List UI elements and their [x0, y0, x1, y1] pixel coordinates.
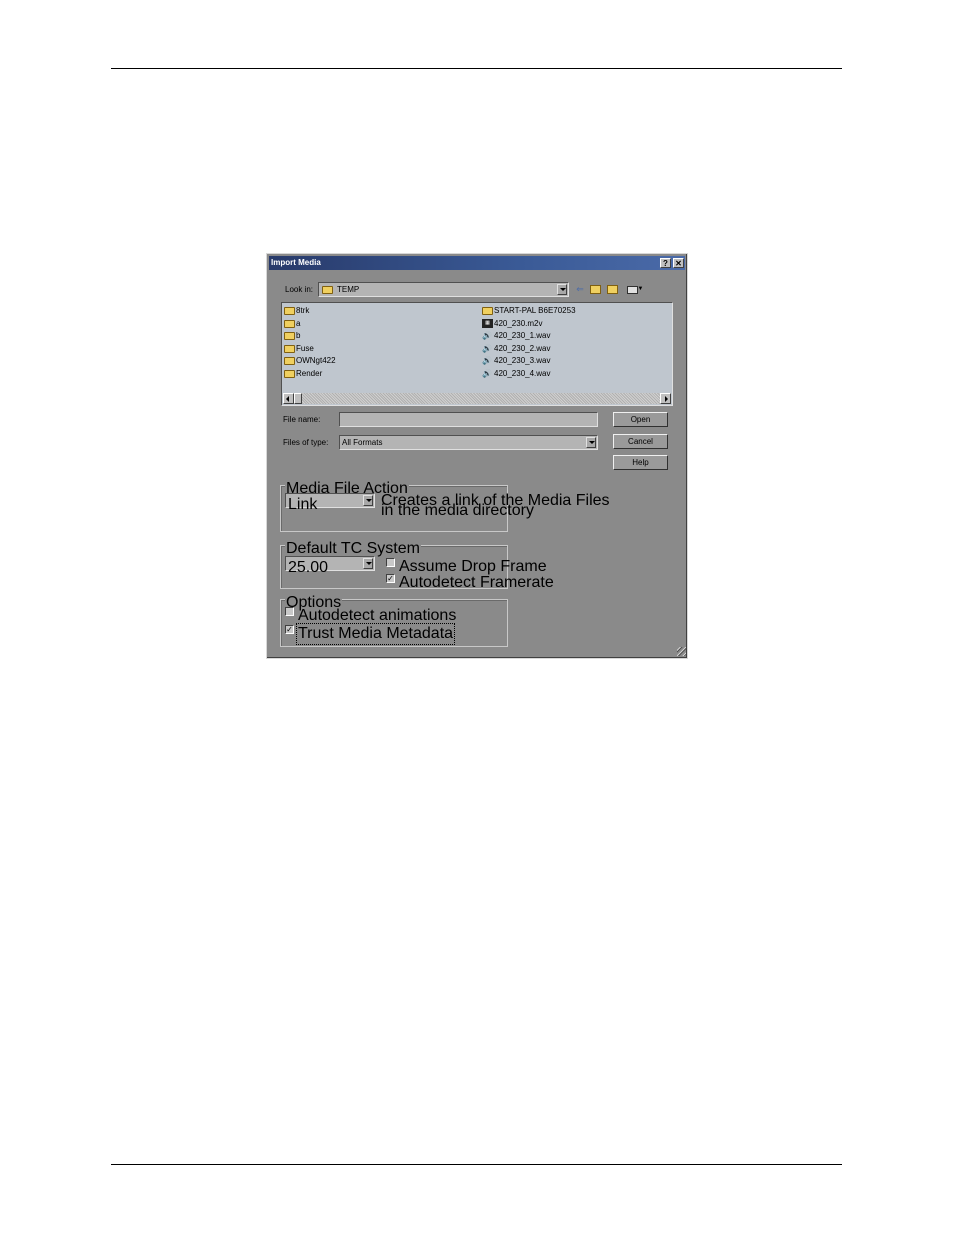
folder-icon: [322, 286, 333, 294]
audio-file-icon: 🔊: [482, 369, 492, 379]
autodetect-animations-checkbox[interactable]: [285, 607, 294, 616]
up-folder-icon[interactable]: [590, 284, 602, 295]
tc-system-value: 25.00: [288, 559, 329, 576]
folder-icon: [482, 306, 493, 315]
close-icon[interactable]: ✕: [673, 258, 684, 268]
folder-icon: [284, 344, 295, 353]
trust-media-metadata-label: Trust Media Metadata: [296, 623, 456, 645]
file-name-label: File name:: [283, 415, 321, 424]
file-list[interactable]: 8trk a b Fuse OWNgt422 Render START-PAL …: [281, 302, 673, 406]
list-item[interactable]: 🔊 420_230_2.wav: [482, 344, 551, 356]
help-button[interactable]: Help: [613, 455, 668, 470]
chevron-down-icon[interactable]: [363, 558, 373, 569]
folder-icon: [284, 319, 295, 328]
list-item[interactable]: Fuse: [284, 344, 314, 356]
look-in-dropdown[interactable]: TEMP: [318, 282, 569, 297]
new-folder-icon[interactable]: [607, 284, 619, 295]
files-of-type-dropdown[interactable]: All Formats: [339, 435, 598, 450]
look-in-label: Look in:: [285, 285, 314, 294]
autodetect-framerate-label: Autodetect Framerate: [399, 574, 554, 591]
look-in-value: TEMP: [337, 285, 360, 294]
chevron-down-icon[interactable]: [586, 437, 596, 448]
page-footer-rule: [111, 1164, 842, 1165]
help-icon[interactable]: ?: [660, 258, 671, 268]
cancel-button[interactable]: Cancel: [613, 434, 668, 449]
list-item[interactable]: b: [284, 331, 300, 343]
list-item[interactable]: a: [284, 319, 300, 331]
folder-icon: [284, 306, 295, 315]
audio-file-icon: 🔊: [482, 331, 492, 341]
file-name-input[interactable]: [339, 412, 598, 427]
dialog-title: Import Media: [271, 258, 321, 267]
video-file-icon: ▦: [482, 319, 493, 329]
media-file-action-value: Link: [288, 496, 318, 513]
scroll-thumb[interactable]: [294, 393, 302, 404]
media-file-action-dropdown[interactable]: Link: [285, 493, 375, 513]
scroll-right-icon[interactable]: [660, 393, 671, 404]
list-item[interactable]: 🔊 420_230_3.wav: [482, 356, 551, 368]
list-item[interactable]: ▦ 420_230.m2v: [482, 319, 542, 331]
open-button[interactable]: Open: [613, 412, 668, 427]
list-item[interactable]: START-PAL B6E70253: [482, 306, 576, 318]
list-item[interactable]: Render: [284, 369, 322, 381]
files-of-type-label: Files of type:: [283, 438, 329, 447]
page-header-rule: [111, 68, 842, 69]
assume-drop-frame-checkbox[interactable]: [386, 558, 395, 567]
tc-system-dropdown[interactable]: 25.00: [285, 556, 375, 576]
media-file-action-description-2: in the media directory: [381, 502, 534, 519]
list-item[interactable]: 8trk: [284, 306, 309, 318]
audio-file-icon: 🔊: [482, 344, 492, 354]
folder-icon: [284, 331, 295, 340]
trust-media-metadata-checkbox[interactable]: ✓: [285, 625, 294, 634]
back-arrow-icon[interactable]: ⇐: [574, 284, 586, 295]
scroll-left-icon[interactable]: [283, 393, 294, 404]
files-of-type-value: All Formats: [342, 438, 383, 447]
chevron-down-icon[interactable]: [557, 284, 567, 295]
autodetect-framerate-checkbox[interactable]: ✓: [386, 574, 395, 583]
audio-file-icon: 🔊: [482, 356, 492, 366]
views-menu-icon[interactable]: ▼: [625, 284, 645, 295]
list-item[interactable]: 🔊 420_230_4.wav: [482, 369, 551, 381]
dialog-titlebar: Import Media ? ✕: [269, 256, 685, 270]
folder-icon: [284, 369, 295, 378]
list-item[interactable]: OWNgt422: [284, 356, 336, 368]
resize-grip[interactable]: [677, 647, 686, 656]
folder-icon: [284, 356, 295, 365]
list-item[interactable]: 🔊 420_230_1.wav: [482, 331, 551, 343]
chevron-down-icon[interactable]: [363, 495, 373, 506]
horizontal-scrollbar[interactable]: [283, 393, 671, 404]
